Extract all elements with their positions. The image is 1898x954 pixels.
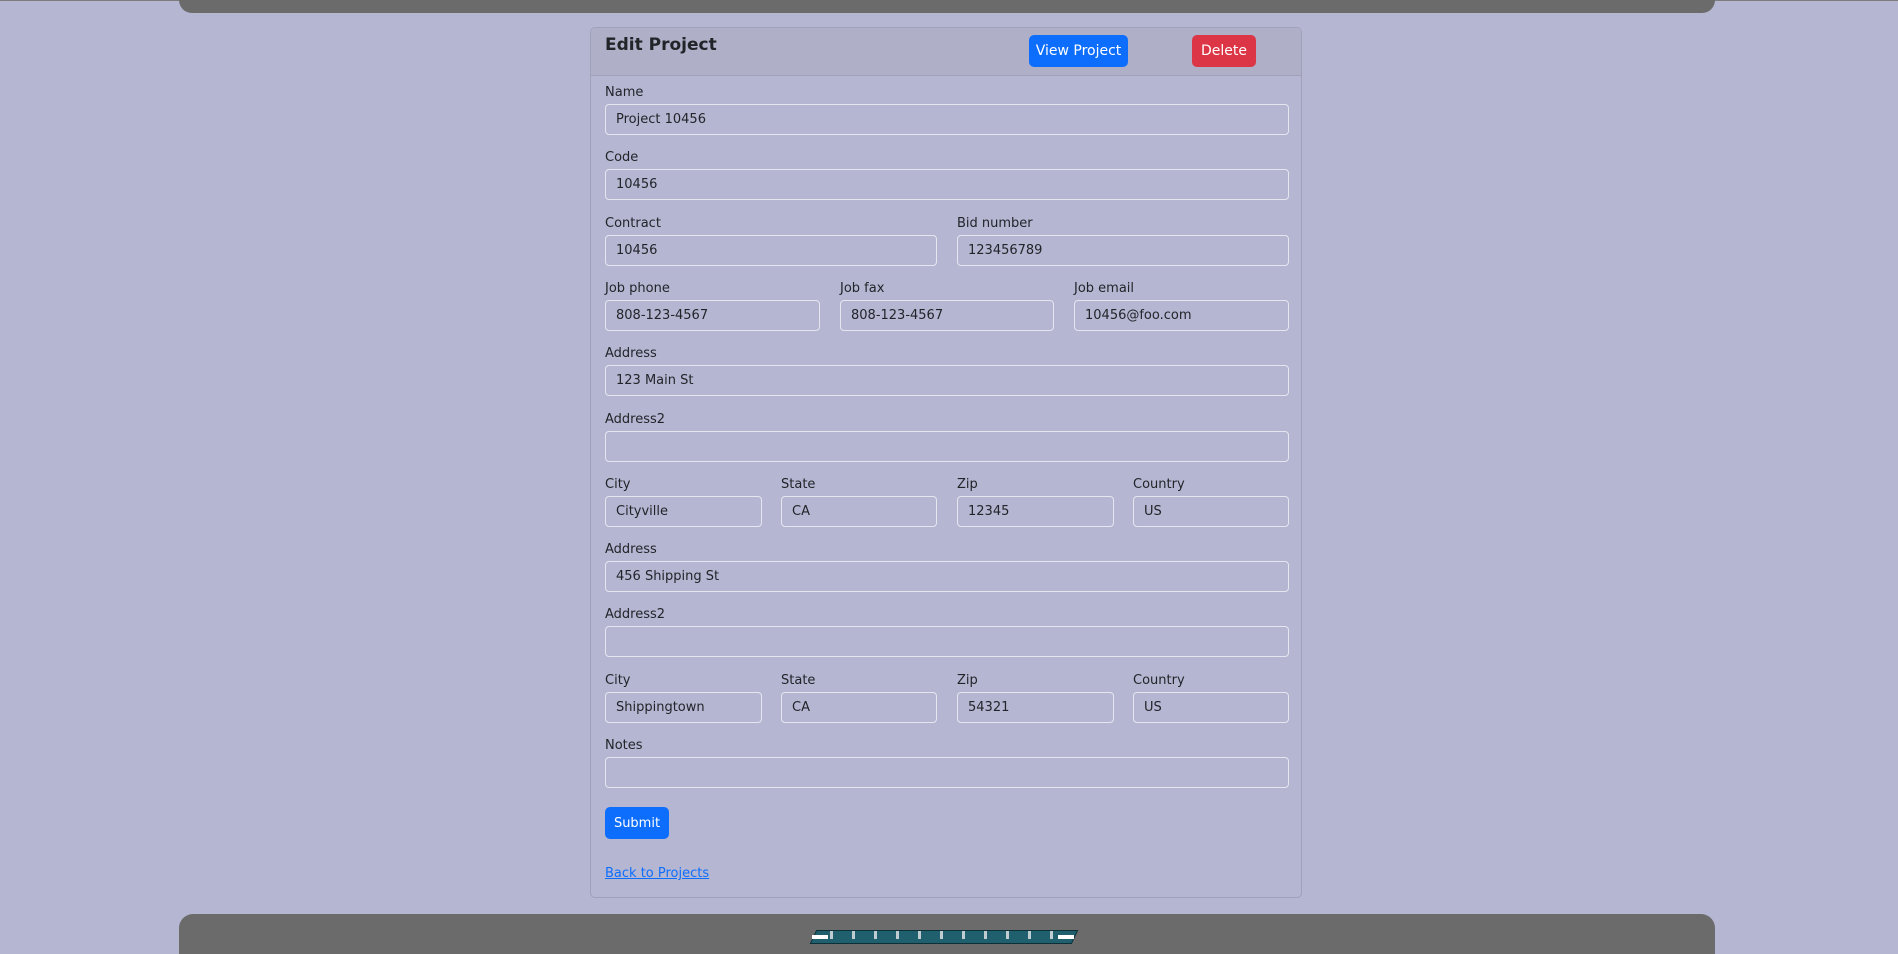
job-phone-input[interactable]: [605, 300, 820, 331]
address2-input[interactable]: [605, 431, 1289, 462]
notes-input[interactable]: [605, 757, 1289, 788]
shipping-city-label: City: [605, 673, 631, 688]
shipping-address-label: Address: [605, 542, 657, 557]
shipping-address-field-group: Address: [605, 542, 1289, 592]
address-input[interactable]: [605, 365, 1289, 396]
contract-field-group: Contract: [605, 216, 937, 266]
job-phone-label: Job phone: [605, 281, 670, 296]
city-field-group: City: [605, 477, 762, 527]
country-label: Country: [1133, 477, 1185, 492]
country-field-group: Country: [1133, 477, 1289, 527]
shipping-zip-input[interactable]: [957, 692, 1114, 723]
delete-button[interactable]: Delete: [1192, 35, 1256, 67]
footer-logo-cap-right: [1058, 935, 1074, 939]
shipping-country-label: Country: [1133, 673, 1185, 688]
zip-label: Zip: [957, 477, 978, 492]
back-to-projects-link[interactable]: Back to Projects: [605, 866, 709, 881]
shipping-address2-input[interactable]: [605, 626, 1289, 657]
code-field-group: Code: [605, 150, 1289, 200]
bid-number-input[interactable]: [957, 235, 1289, 266]
page-title: Edit Project: [605, 35, 717, 55]
code-label: Code: [605, 150, 639, 165]
notes-field-group: Notes: [605, 738, 1289, 788]
job-email-input[interactable]: [1074, 300, 1289, 331]
city-label: City: [605, 477, 631, 492]
shipping-address2-field-group: Address2: [605, 607, 1289, 657]
shipping-address2-label: Address2: [605, 607, 666, 622]
job-phone-field-group: Job phone: [605, 281, 820, 331]
footer-logo-cap-left: [812, 935, 828, 939]
shipping-address-input[interactable]: [605, 561, 1289, 592]
shipping-city-field-group: City: [605, 673, 762, 723]
shipping-state-input[interactable]: [781, 692, 937, 723]
submit-button[interactable]: Submit: [605, 807, 669, 839]
shipping-country-field-group: Country: [1133, 673, 1289, 723]
job-fax-label: Job fax: [840, 281, 885, 296]
state-field-group: State: [781, 477, 937, 527]
code-input[interactable]: [605, 169, 1289, 200]
shipping-country-input[interactable]: [1133, 692, 1289, 723]
bid-number-label: Bid number: [957, 216, 1033, 231]
footer-logo-marks: [830, 931, 1060, 939]
shipping-zip-field-group: Zip: [957, 673, 1114, 723]
city-input[interactable]: [605, 496, 762, 527]
shipping-state-label: State: [781, 673, 816, 688]
state-input[interactable]: [781, 496, 937, 527]
job-fax-input[interactable]: [840, 300, 1054, 331]
address2-field-group: Address2: [605, 412, 1289, 462]
zip-input[interactable]: [957, 496, 1114, 527]
address-field-group: Address: [605, 346, 1289, 396]
job-email-field-group: Job email: [1074, 281, 1289, 331]
card-header: Edit Project View Project Delete: [591, 28, 1301, 76]
edit-project-card: Edit Project View Project Delete Name Co…: [590, 27, 1302, 898]
name-label: Name: [605, 85, 644, 100]
contract-input[interactable]: [605, 235, 937, 266]
shipping-zip-label: Zip: [957, 673, 978, 688]
contract-label: Contract: [605, 216, 661, 231]
name-field-group: Name: [605, 85, 1289, 135]
job-email-label: Job email: [1074, 281, 1135, 296]
address2-label: Address2: [605, 412, 666, 427]
state-label: State: [781, 477, 816, 492]
view-project-button[interactable]: View Project: [1029, 35, 1128, 67]
name-input[interactable]: [605, 104, 1289, 135]
notes-label: Notes: [605, 738, 643, 753]
shipping-state-field-group: State: [781, 673, 937, 723]
job-fax-field-group: Job fax: [840, 281, 1054, 331]
zip-field-group: Zip: [957, 477, 1114, 527]
shipping-city-input[interactable]: [605, 692, 762, 723]
country-input[interactable]: [1133, 496, 1289, 527]
address-label: Address: [605, 346, 657, 361]
bid-number-field-group: Bid number: [957, 216, 1289, 266]
top-navbar: [179, 0, 1715, 13]
